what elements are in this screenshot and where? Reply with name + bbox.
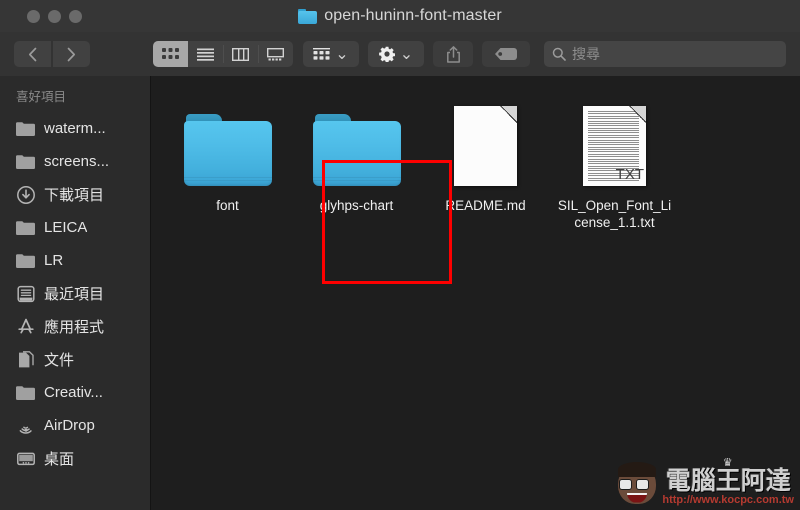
gallery-view-button[interactable]: [258, 41, 293, 67]
folder-icon: [16, 119, 35, 138]
documents-icon: [16, 350, 35, 369]
watermark-brand: 電腦王阿達: [665, 467, 791, 495]
tag-icon: [495, 48, 517, 60]
airdrop-icon: [16, 416, 35, 435]
view-mode-group: [153, 41, 293, 67]
action-gear-button[interactable]: ⌄: [368, 41, 424, 67]
window-body: 喜好項目 waterm... screens... 下載項目 LEICA LR …: [0, 76, 800, 510]
folder-icon: [16, 251, 35, 270]
share-button[interactable]: [433, 41, 473, 67]
sidebar-item-applications[interactable]: 應用程式: [0, 310, 150, 343]
watermark-text-group: ♛ 電腦王阿達 http://www.kocpc.com.tw: [662, 458, 794, 507]
sidebar-item-documents[interactable]: 文件: [0, 343, 150, 376]
folder-icon: [16, 152, 35, 171]
column-view-button[interactable]: [223, 41, 258, 67]
file-item-glyhps-chart[interactable]: glyhps-chart: [292, 88, 421, 231]
arrange-grid-icon: [313, 47, 331, 60]
sidebar-item-label: LEICA: [44, 219, 88, 236]
sidebar-section-favorites: 喜好項目: [16, 90, 67, 104]
arrange-button[interactable]: ⌄: [303, 41, 359, 67]
window-title: open-huninn-font-master: [324, 7, 502, 24]
sidebar-item-recents[interactable]: 最近項目: [0, 277, 150, 310]
gallery-view-icon: [267, 47, 284, 60]
sidebar-item-label: Creativ...: [44, 384, 103, 401]
sidebar-item-label: 最近項目: [44, 286, 105, 303]
tag-button[interactable]: [482, 41, 530, 67]
folder-icon: [16, 383, 35, 402]
traffic-light-group: [27, 9, 82, 23]
forward-button[interactable]: [53, 41, 90, 67]
zoom-button[interactable]: [69, 9, 82, 23]
search-field[interactable]: 搜尋: [544, 41, 786, 67]
gear-icon: [378, 46, 395, 62]
mascot-icon: [616, 460, 658, 506]
file-label: glyhps-chart: [319, 198, 394, 213]
list-view-button[interactable]: [188, 41, 223, 67]
sidebar-item-label: AirDrop: [44, 417, 95, 434]
file-thumbnail: TXT: [550, 94, 679, 186]
folder-icon: [298, 8, 318, 24]
desktop-icon: [16, 449, 35, 468]
icon-view-icon: [162, 47, 179, 59]
text-document-icon: TXT: [583, 106, 646, 186]
title-bar: open-huninn-font-master: [0, 0, 800, 32]
sidebar-item-label: waterm...: [44, 120, 106, 137]
watermark: ♛ 電腦王阿達 http://www.kocpc.com.tw: [616, 458, 794, 507]
back-button[interactable]: [14, 41, 51, 67]
chevron-right-icon: [67, 47, 76, 61]
file-item-font[interactable]: font: [163, 88, 292, 231]
sidebar-item-airdrop[interactable]: AirDrop: [0, 409, 150, 442]
document-icon: [454, 106, 517, 186]
folder-icon: [312, 114, 401, 186]
sidebar-item-label: 桌面: [44, 451, 75, 468]
sidebar-item-label: 下載項目: [44, 187, 105, 204]
toolbar: ⌄ ⌄ 搜尋: [0, 32, 800, 76]
sidebar-item-label: 文件: [44, 352, 75, 369]
sidebar: 喜好項目 waterm... screens... 下載項目 LEICA LR …: [0, 76, 151, 510]
sidebar-item-lr[interactable]: LR: [0, 244, 150, 277]
sidebar-item-label: LR: [44, 252, 64, 269]
sidebar-item-downloads[interactable]: 下載項目: [0, 178, 150, 211]
file-grid: font glyhps-chart README.md TXT SIL_Open…: [151, 88, 800, 231]
recents-icon: [16, 284, 35, 303]
sidebar-item-screenshots[interactable]: screens...: [0, 145, 150, 178]
file-grid-area[interactable]: font glyhps-chart README.md TXT SIL_Open…: [151, 76, 800, 510]
window-title-group: open-huninn-font-master: [0, 0, 800, 32]
search-icon: [552, 47, 566, 61]
file-item-sil-license[interactable]: TXT SIL_Open_Font_License_1.1.txt: [550, 88, 679, 231]
file-thumbnail: [163, 94, 292, 186]
icon-view-button[interactable]: [153, 41, 188, 67]
chevron-down-icon: ⌄: [399, 46, 414, 63]
minimize-button[interactable]: [48, 9, 61, 23]
file-thumbnail: [421, 94, 550, 186]
column-view-icon: [232, 47, 249, 61]
txt-badge: TXT: [615, 166, 644, 183]
folder-icon: [183, 114, 272, 186]
folder-icon: [16, 218, 35, 237]
watermark-url: http://www.kocpc.com.tw: [662, 494, 794, 506]
sidebar-item-creative-cloud[interactable]: Creativ...: [0, 376, 150, 409]
sidebar-item-leica[interactable]: LEICA: [0, 211, 150, 244]
applications-icon: [16, 317, 35, 336]
finder-window: open-huninn-font-master ⌄ ⌄ 搜尋 喜好項目 wate…: [0, 0, 800, 510]
downloads-icon: [16, 185, 35, 204]
close-button[interactable]: [27, 9, 40, 23]
file-label: README.md: [445, 198, 526, 213]
sidebar-item-label: screens...: [44, 153, 110, 170]
sidebar-item-label: 應用程式: [44, 319, 105, 336]
list-view-icon: [197, 48, 214, 61]
chevron-down-icon: ⌄: [335, 46, 349, 63]
file-thumbnail: [292, 94, 421, 186]
navigation-group: [14, 41, 90, 67]
search-placeholder: 搜尋: [572, 46, 600, 62]
file-label: font: [216, 198, 239, 213]
sidebar-item-watermark[interactable]: waterm...: [0, 112, 150, 145]
file-label: SIL_Open_Font_License_1.1.txt: [557, 198, 672, 230]
file-item-readme[interactable]: README.md: [421, 88, 550, 231]
share-icon: [446, 45, 460, 63]
sidebar-item-desktop[interactable]: 桌面: [0, 442, 150, 475]
chevron-left-icon: [28, 47, 37, 61]
